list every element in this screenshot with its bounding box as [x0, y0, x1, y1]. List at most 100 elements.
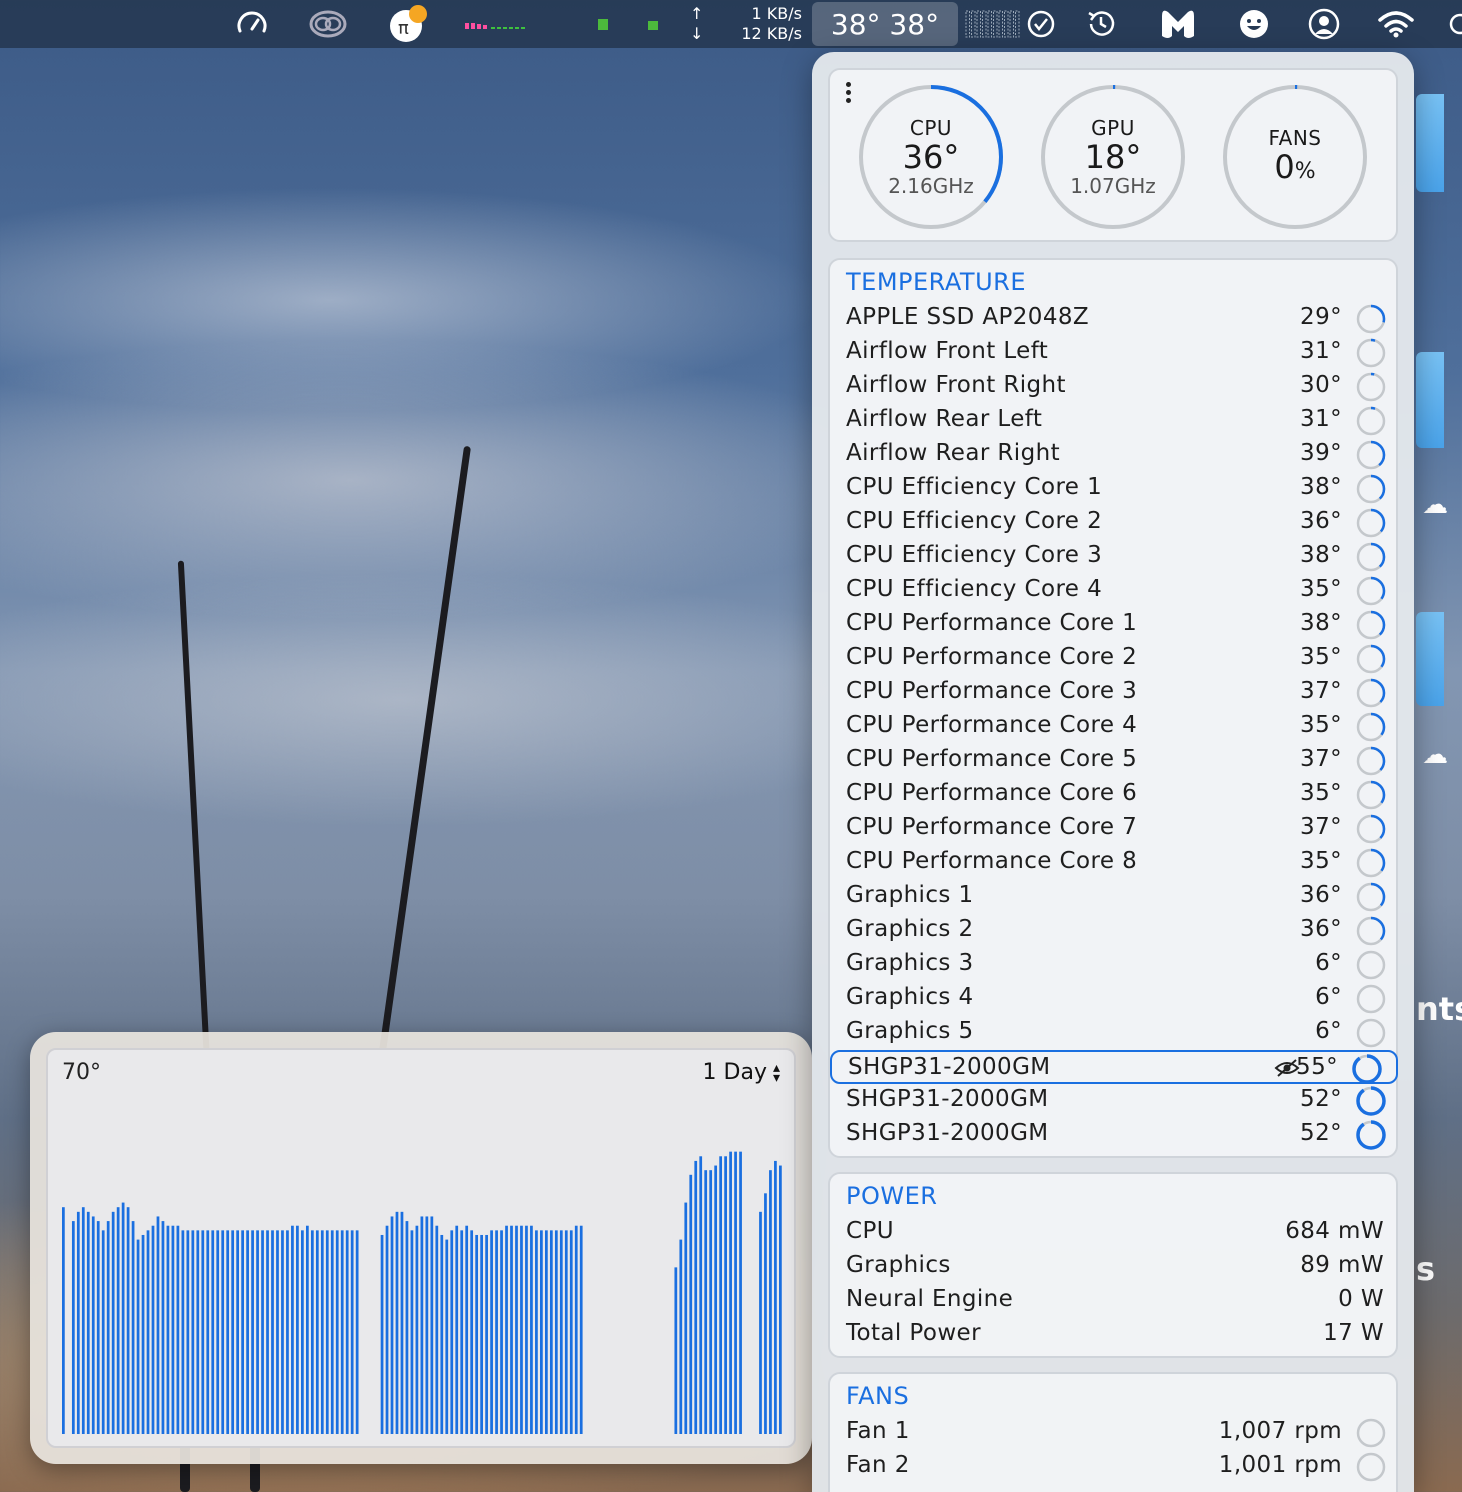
chart-bar: [554, 1230, 558, 1434]
chart-bar: [470, 1230, 474, 1434]
range-selector[interactable]: 1 Day ▴ ▾: [703, 1060, 780, 1085]
chart-bar: [679, 1239, 683, 1434]
cpu-grid-icon[interactable]: [964, 0, 1022, 48]
chart-bar: [350, 1230, 354, 1434]
cpu-core-bar: [993, 10, 998, 38]
chart-bar: [465, 1225, 469, 1434]
temperature-row[interactable]: Graphics 4 6°: [830, 982, 1400, 1016]
fans-row[interactable]: Fan 2 1,001 rpm: [830, 1450, 1400, 1484]
temperature-row[interactable]: CPU Efficiency Core 3 38°: [830, 540, 1400, 574]
temperature-row[interactable]: CPU Performance Core 4 35°: [830, 710, 1400, 744]
cpu-gauge[interactable]: CPU 36° 2.16GHz: [858, 84, 1004, 230]
temperature-row[interactable]: CPU Performance Core 2 35°: [830, 642, 1400, 676]
chart-bar: [211, 1230, 215, 1434]
chart-bar: [480, 1234, 484, 1434]
checkmark-circle-icon[interactable]: [1024, 0, 1058, 48]
memory-bars-icon[interactable]: [464, 0, 532, 48]
temperature-row[interactable]: Airflow Rear Right 39°: [830, 438, 1400, 472]
speedometer-icon[interactable]: [232, 0, 272, 48]
status-dots-icon[interactable]: [592, 0, 664, 48]
temperature-row[interactable]: Graphics 5 6°: [830, 1016, 1400, 1050]
notification-badge-icon[interactable]: π: [386, 0, 430, 48]
more-options-icon[interactable]: [844, 82, 854, 106]
temperature-row[interactable]: Airflow Rear Left 31°: [830, 404, 1400, 438]
row-value: 30°: [1300, 372, 1342, 398]
temperature-row[interactable]: APPLE SSD AP2048Z 29°: [830, 302, 1400, 336]
temperature-row[interactable]: CPU Performance Core 3 37°: [830, 676, 1400, 710]
chart-bar: [380, 1234, 384, 1434]
usage-ring-icon: [1356, 678, 1386, 708]
power-row[interactable]: Graphics 89 mW: [830, 1250, 1400, 1284]
fans-row[interactable]: Fan 1 1,007 rpm: [830, 1416, 1400, 1450]
temperature-row[interactable]: CPU Efficiency Core 1 38°: [830, 472, 1400, 506]
row-label: SHGP31-2000GM: [846, 1120, 1049, 1146]
chart-bar: [166, 1225, 170, 1434]
user-account-icon[interactable]: [1306, 0, 1342, 48]
chart-bar: [121, 1202, 125, 1434]
desktop-folder-icon[interactable]: [1416, 94, 1444, 192]
chart-bar: [709, 1170, 713, 1434]
usage-ring-icon: [1356, 1086, 1386, 1116]
row-value: 29°: [1300, 304, 1342, 330]
chart-bar: [176, 1225, 180, 1434]
chart-bar: [310, 1230, 314, 1434]
temperature-row[interactable]: Graphics 1 36°: [830, 880, 1400, 914]
power-row[interactable]: CPU 684 mW: [830, 1216, 1400, 1250]
chart-bar: [435, 1225, 439, 1434]
chart-bar: [694, 1160, 698, 1434]
temperature-readout[interactable]: 38° 38°: [812, 2, 958, 46]
control-center-icon[interactable]: [1448, 0, 1462, 48]
temperature-row[interactable]: Airflow Front Left 31°: [830, 336, 1400, 370]
temperature-row[interactable]: SHGP31-2000GM 52°: [830, 1084, 1400, 1118]
row-label: CPU Performance Core 6: [846, 780, 1138, 806]
eye-slash-icon[interactable]: [1274, 1058, 1300, 1078]
chart-bar: [425, 1216, 429, 1434]
gpu-gauge[interactable]: GPU 18° 1.07GHz: [1040, 84, 1186, 230]
chart-bar: [81, 1207, 85, 1434]
desktop-folder-icon[interactable]: [1416, 352, 1444, 448]
section-title: POWER: [846, 1182, 938, 1210]
temperature-row[interactable]: CPU Efficiency Core 4 35°: [830, 574, 1400, 608]
chart-bar: [450, 1230, 454, 1434]
temperature-row[interactable]: CPU Performance Core 1 38°: [830, 608, 1400, 642]
power-row[interactable]: Neural Engine 0 W: [830, 1284, 1400, 1318]
network-speed[interactable]: ↑ 1 KB/s ↓ 12 KB/s: [690, 0, 802, 48]
chart-bar: [530, 1225, 533, 1434]
cpu-core-bar: [987, 10, 992, 38]
fans-gauge[interactable]: FANS 0%: [1222, 84, 1368, 230]
temperature-row[interactable]: Graphics 2 36°: [830, 914, 1400, 948]
smiley-icon[interactable]: [1236, 0, 1272, 48]
row-label: Graphics 5: [846, 1018, 974, 1044]
temperature-row[interactable]: SHGP31-2000GM 52°: [830, 1118, 1400, 1152]
desktop-folder-icon[interactable]: [1416, 612, 1444, 706]
row-value: 36°: [1300, 916, 1342, 942]
temperature-row[interactable]: CPU Performance Core 5 37°: [830, 744, 1400, 778]
chart-bar: [221, 1230, 225, 1434]
chart-bar: [734, 1151, 737, 1434]
power-row[interactable]: Total Power 17 W: [830, 1318, 1400, 1352]
temperature-row[interactable]: CPU Performance Core 7 37°: [830, 812, 1400, 846]
malwarebytes-icon[interactable]: [1156, 0, 1200, 48]
icloud-download-icon: ☁: [1422, 490, 1448, 520]
row-label: APPLE SSD AP2048Z: [846, 304, 1090, 330]
chart-bar: [495, 1230, 498, 1434]
row-label: Airflow Front Right: [846, 372, 1066, 398]
temperature-row[interactable]: CPU Efficiency Core 2 36°: [830, 506, 1400, 540]
time-machine-icon[interactable]: [1082, 0, 1120, 48]
section-title: FANS: [846, 1382, 910, 1410]
temperature-row[interactable]: Graphics 3 6°: [830, 948, 1400, 982]
chart-bar: [739, 1151, 742, 1434]
temperature-row[interactable]: CPU Performance Core 8 35°: [830, 846, 1400, 880]
temperature-row[interactable]: SHGP31-2000GM 55°: [830, 1050, 1398, 1084]
temperature-row[interactable]: Airflow Front Right 30°: [830, 370, 1400, 404]
chart-bar: [689, 1174, 693, 1434]
temperature-row[interactable]: CPU Performance Core 6 35°: [830, 778, 1400, 812]
row-value: 6°: [1315, 1018, 1342, 1044]
usage-ring-icon: [1356, 440, 1386, 470]
wifi-icon[interactable]: [1376, 0, 1416, 48]
chart-bar: [171, 1225, 175, 1434]
row-value: 55°: [1296, 1054, 1338, 1080]
creative-cloud-icon[interactable]: [306, 0, 350, 48]
chart-bar: [385, 1225, 389, 1434]
chart-bar: [86, 1211, 90, 1434]
